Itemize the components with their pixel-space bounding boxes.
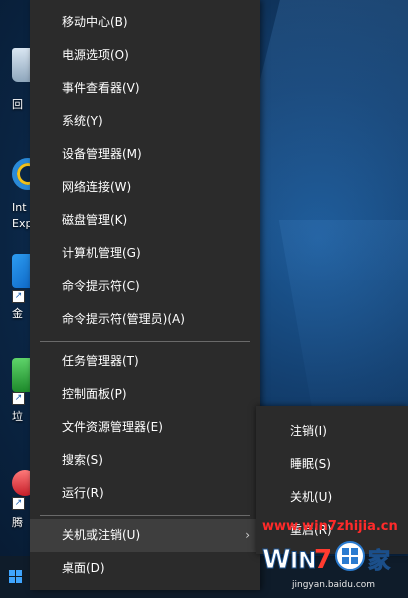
shortcut-arrow-icon: ↗ [12,290,25,303]
start-button[interactable] [0,556,30,598]
recycle-bin-label: 回 [12,98,23,111]
menu-item-power-options[interactable]: 电源选项(O) [30,39,260,72]
menu-item-computer-management[interactable]: 计算机管理(G) [30,237,260,270]
tencent-app-label: 腾 [12,516,23,529]
gold-app-label: 金 [12,307,23,320]
menu-item-task-manager[interactable]: 任务管理器(T) [30,345,260,378]
svg-text:W: W [262,545,291,575]
windows-logo-icon [9,570,23,584]
menu-item-system[interactable]: 系统(Y) [30,105,260,138]
menu-separator [40,515,250,516]
menu-item-search[interactable]: 搜索(S) [30,444,260,477]
trash-app-label: 垃 [12,410,23,423]
menu-separator [40,341,250,342]
menu-item-control-panel[interactable]: 控制面板(P) [30,378,260,411]
win7-watermark-logo: W IN 7 家 [262,541,392,576]
menu-item-command-prompt[interactable]: 命令提示符(C) [30,270,260,303]
svg-text:7: 7 [314,545,332,575]
svg-text:家: 家 [368,548,391,574]
submenu-item-sleep[interactable]: 睡眠(S) [256,448,408,481]
menu-item-file-explorer[interactable]: 文件资源管理器(E) [30,411,260,444]
menu-item-device-manager[interactable]: 设备管理器(M) [30,138,260,171]
shortcut-arrow-icon: ↗ [12,497,25,510]
submenu-item-shut-down[interactable]: 关机(U) [256,481,408,514]
menu-item-disk-management[interactable]: 磁盘管理(K) [30,204,260,237]
svg-text:IN: IN [290,549,317,574]
menu-item-desktop[interactable]: 桌面(D) [30,552,260,585]
chevron-right-icon: › [245,528,250,542]
menu-item-event-viewer[interactable]: 事件查看器(V) [30,72,260,105]
watermark-site: jingyan.baidu.com [292,580,376,590]
submenu-item-sign-out[interactable]: 注销(I) [256,415,408,448]
winx-context-menu: 移 移动中心(B) 电源选项(O) 事件查看器(V) 系统(Y) 设备管理器(M… [30,0,260,590]
menu-item-command-prompt-admin[interactable]: 命令提示符(管理员)(A) [30,303,260,336]
menu-item-run[interactable]: 运行(R) [30,477,260,510]
shortcut-arrow-icon: ↗ [12,392,25,405]
menu-item-network-connections[interactable]: 网络连接(W) [30,171,260,204]
menu-item-shutdown-signout[interactable]: 关机或注销(U) › [30,519,260,552]
menu-item-mobility-center[interactable]: 移动中心(B) [30,6,260,39]
watermark-url: www.win7zhijia.cn [262,519,398,534]
